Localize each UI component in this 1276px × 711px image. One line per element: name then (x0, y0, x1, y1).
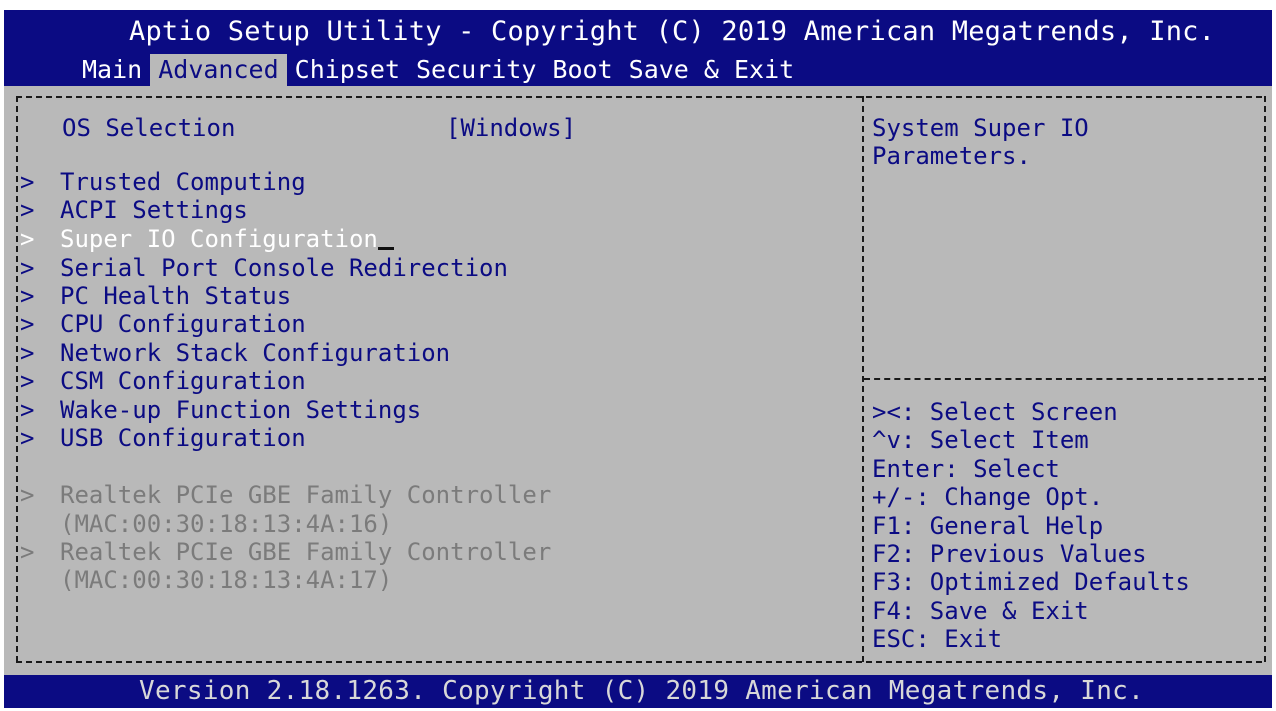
frame-left-border (16, 96, 18, 662)
tab-boot[interactable]: Boot (544, 54, 620, 86)
menu-bar: Main Advanced Chipset Security Boot Save… (74, 54, 802, 86)
key-select-item: ^v: Select Item (872, 426, 1089, 455)
key-optimized-defaults: F3: Optimized Defaults (872, 568, 1190, 597)
submenu-label: CPU Configuration (60, 310, 306, 338)
submenu-label: Super IO Configuration (60, 225, 378, 253)
nic-label: Realtek PCIe GBE Family Controller (60, 481, 552, 509)
arrow-icon: > (20, 424, 35, 452)
footer-bar: Version 2.18.1263. Copyright (C) 2019 Am… (4, 675, 1272, 708)
submenu-label: Serial Port Console Redirection (60, 254, 508, 282)
arrow-icon: > (20, 367, 35, 395)
arrow-icon: > (20, 282, 35, 310)
submenu-label: USB Configuration (60, 424, 306, 452)
submenu-usb-configuration[interactable]: > USB Configuration (20, 424, 306, 452)
key-legend: ><: Select Screen ^v: Select Item Enter:… (872, 398, 1190, 654)
key-enter-select: Enter: Select (872, 454, 1060, 483)
arrow-icon: > (20, 225, 35, 253)
nic-entry-2[interactable]: > Realtek PCIe GBE Family Controller (20, 538, 551, 566)
app-title: Aptio Setup Utility - Copyright (C) 2019… (129, 16, 1216, 47)
nic-entry-1[interactable]: > Realtek PCIe GBE Family Controller (20, 481, 551, 509)
text-cursor (377, 225, 394, 250)
nic-entry-1-mac: (MAC:00:30:18:13:4A:16) (60, 510, 393, 538)
arrow-icon: > (20, 396, 35, 424)
key-general-help: F1: General Help (872, 511, 1104, 540)
submenu-csm-configuration[interactable]: > CSM Configuration (20, 367, 306, 395)
frame-bottom-border (16, 661, 1262, 663)
bios-screen: Aptio Setup Utility - Copyright (C) 2019… (4, 10, 1272, 708)
help-description-line-1: System Super IO (872, 114, 1089, 142)
os-selection-value[interactable]: [Windows] (446, 114, 576, 142)
tab-advanced[interactable]: Advanced (150, 54, 287, 86)
help-separator (864, 378, 1264, 380)
key-change-opt: +/-: Change Opt. (872, 483, 1104, 512)
frame-right-border (1264, 96, 1266, 662)
submenu-label: PC Health Status (60, 282, 292, 310)
submenu-pc-health-status[interactable]: > PC Health Status (20, 282, 291, 310)
submenu-cpu-configuration[interactable]: > CPU Configuration (20, 310, 306, 338)
tab-chipset[interactable]: Chipset (287, 54, 408, 86)
submenu-trusted-computing[interactable]: > Trusted Computing (20, 168, 306, 196)
arrow-icon: > (20, 538, 35, 566)
tab-main[interactable]: Main (74, 54, 150, 86)
header-bar: Aptio Setup Utility - Copyright (C) 2019… (4, 10, 1272, 86)
submenu-network-stack-configuration[interactable]: > Network Stack Configuration (20, 339, 450, 367)
arrow-icon: > (20, 310, 35, 338)
submenu-label: Network Stack Configuration (60, 339, 451, 367)
tab-save-exit[interactable]: Save & Exit (621, 54, 803, 86)
key-save-exit: F4: Save & Exit (872, 596, 1089, 625)
arrow-icon: > (20, 481, 35, 509)
arrow-icon: > (20, 254, 35, 282)
submenu-super-io-configuration[interactable]: > Super IO Configuration (20, 225, 394, 253)
key-select-screen: ><: Select Screen (872, 398, 1118, 426)
frame-top-border (16, 96, 1262, 98)
os-selection-label[interactable]: OS Selection (62, 114, 235, 142)
submenu-label: CSM Configuration (60, 367, 306, 395)
nic-entry-2-mac: (MAC:00:30:18:13:4A:17) (60, 566, 393, 594)
version-text: Version 2.18.1263. Copyright (C) 2019 Am… (139, 676, 1145, 706)
submenu-label: Trusted Computing (60, 168, 306, 196)
nic-label: Realtek PCIe GBE Family Controller (60, 538, 552, 566)
arrow-icon: > (20, 196, 35, 224)
submenu-acpi-settings[interactable]: > ACPI Settings (20, 196, 248, 224)
key-previous-values: F2: Previous Values (872, 539, 1147, 568)
arrow-icon: > (20, 168, 35, 196)
tab-security[interactable]: Security (408, 54, 544, 86)
submenu-wake-up-function-settings[interactable]: > Wake-up Function Settings (20, 396, 421, 424)
submenu-serial-port-console-redirection[interactable]: > Serial Port Console Redirection (20, 254, 508, 282)
help-description-line-2: Parameters. (872, 142, 1031, 170)
arrow-icon: > (20, 339, 35, 367)
key-esc-exit: ESC: Exit (872, 625, 1003, 654)
submenu-label: Wake-up Function Settings (60, 396, 422, 424)
submenu-label: ACPI Settings (60, 196, 248, 224)
